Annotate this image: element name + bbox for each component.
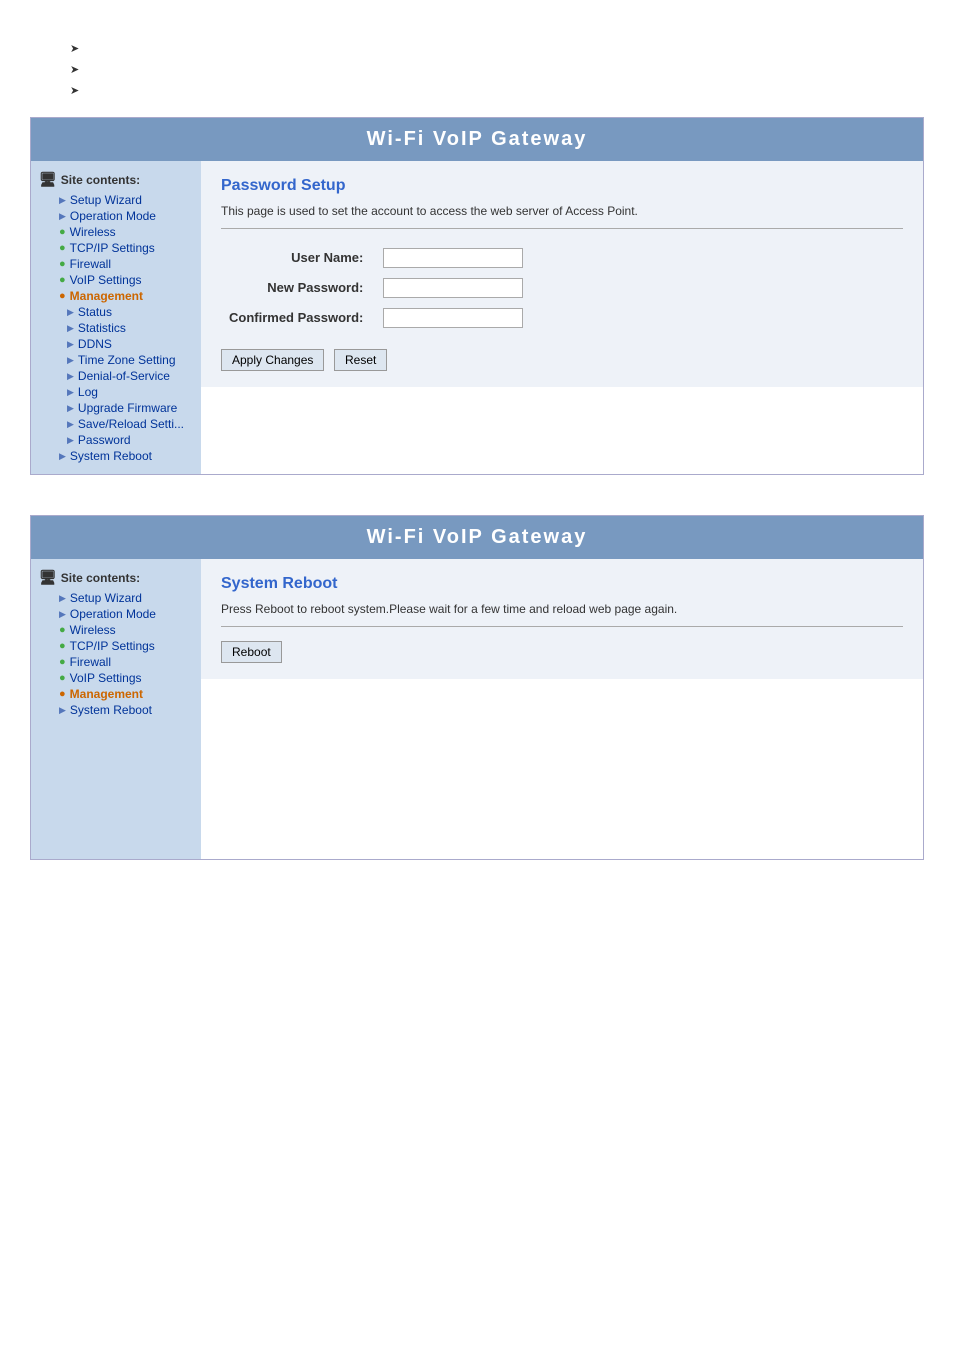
blue-arrow-icon-11: ▶ — [67, 435, 74, 446]
sidebar-1: 🖥 Site contents: ▶ Setup Wizard ▶ Operat… — [31, 161, 201, 474]
gateway-header-2: Wi-Fi VoIP Gateway — [31, 516, 923, 559]
green-circle-icon-4: ● — [59, 274, 66, 286]
orange-circle-icon-s2: ● — [59, 688, 66, 700]
blue-arrow-icon-s2-2: ▶ — [59, 609, 66, 620]
sidebar-icon-2: 🖥 — [39, 569, 57, 586]
blue-arrow-icon-s2-3: ▶ — [59, 705, 66, 716]
content-title-2: System Reboot — [221, 575, 903, 593]
content-area-1: Password Setup This page is used to set … — [201, 161, 923, 387]
sidebar-item-2-setup-wizard[interactable]: ▶ Setup Wizard — [39, 590, 193, 606]
blue-arrow-icon-6: ▶ — [67, 355, 74, 366]
blue-arrow-icon-2: ▶ — [59, 211, 66, 222]
content-area-2: System Reboot Press Reboot to reboot sys… — [201, 559, 923, 679]
sidebar-item-statistics[interactable]: ▶ Statistics — [39, 320, 193, 336]
form-buttons-2: Reboot — [221, 641, 903, 663]
sidebar-item-tcp-ip[interactable]: ● TCP/IP Settings — [39, 240, 193, 256]
blue-arrow-icon-10: ▶ — [67, 419, 74, 430]
sidebar-icon-1: 🖥 — [39, 171, 57, 188]
gateway-panel-1: Wi-Fi VoIP Gateway 🖥 Site contents: ▶ Se… — [30, 117, 924, 475]
sidebar-item-2-operation-mode[interactable]: ▶ Operation Mode — [39, 606, 193, 622]
new-password-input[interactable] — [383, 278, 523, 298]
sidebar-item-save-reload[interactable]: ▶ Save/Reload Setti... — [39, 416, 193, 432]
green-circle-icon-2: ● — [59, 242, 66, 254]
sidebar-item-ddns[interactable]: ▶ DDNS — [39, 336, 193, 352]
green-circle-icon: ● — [59, 226, 66, 238]
sidebar-2: 🖥 Site contents: ▶ Setup Wizard ▶ Operat… — [31, 559, 201, 859]
sidebar-item-2-management[interactable]: ● Management — [39, 686, 193, 702]
sidebar-item-2-wireless[interactable]: ● Wireless — [39, 622, 193, 638]
sidebar-item-status[interactable]: ▶ Status — [39, 304, 193, 320]
content-title-1: Password Setup — [221, 177, 903, 195]
sidebar-item-management[interactable]: ● Management — [39, 288, 193, 304]
blue-arrow-icon-9: ▶ — [67, 403, 74, 414]
content-divider-2 — [221, 626, 903, 627]
blue-arrow-icon: ▶ — [59, 195, 66, 206]
blue-arrow-icon-4: ▶ — [67, 323, 74, 334]
sidebar-item-firewall[interactable]: ● Firewall — [39, 256, 193, 272]
confirm-password-row: Confirmed Password: — [221, 303, 531, 333]
new-password-row: New Password: — [221, 273, 531, 303]
sidebar-item-voip-settings[interactable]: ● VoIP Settings — [39, 272, 193, 288]
sidebar-item-2-system-reboot[interactable]: ▶ System Reboot — [39, 702, 193, 718]
orange-circle-icon: ● — [59, 290, 66, 302]
content-divider-1 — [221, 228, 903, 229]
sidebar-item-wireless[interactable]: ● Wireless — [39, 224, 193, 240]
gateway-header-1: Wi-Fi VoIP Gateway — [31, 118, 923, 161]
bullet-item-2 — [70, 61, 924, 76]
green-circle-icon-s2-3: ● — [59, 656, 66, 668]
blue-arrow-icon-7: ▶ — [67, 371, 74, 382]
sidebar-item-dos[interactable]: ▶ Denial-of-Service — [39, 368, 193, 384]
sidebar-title-2: 🖥 Site contents: — [39, 569, 193, 586]
blue-arrow-icon-s2-1: ▶ — [59, 593, 66, 604]
form-buttons-1: Apply Changes Reset — [221, 349, 903, 371]
green-circle-icon-s2-1: ● — [59, 624, 66, 636]
sidebar-title-1: 🖥 Site contents: — [39, 171, 193, 188]
confirm-password-input[interactable] — [383, 308, 523, 328]
sidebar-item-timezone[interactable]: ▶ Time Zone Setting — [39, 352, 193, 368]
sidebar-item-2-tcp-ip[interactable]: ● TCP/IP Settings — [39, 638, 193, 654]
username-input[interactable] — [383, 248, 523, 268]
password-form: User Name: New Password: Confirmed Passw… — [221, 243, 531, 333]
content-desc-2: Press Reboot to reboot system.Please wai… — [221, 601, 903, 618]
green-circle-icon-s2-2: ● — [59, 640, 66, 652]
green-circle-icon-s2-4: ● — [59, 672, 66, 684]
reboot-button[interactable]: Reboot — [221, 641, 282, 663]
sidebar-item-setup-wizard[interactable]: ▶ Setup Wizard — [39, 192, 193, 208]
bullet-item-3 — [70, 82, 924, 97]
bullet-item-1 — [70, 40, 924, 55]
blue-arrow-icon-5: ▶ — [67, 339, 74, 350]
sidebar-item-password[interactable]: ▶ Password — [39, 432, 193, 448]
gateway-panel-2: Wi-Fi VoIP Gateway 🖥 Site contents: ▶ Se… — [30, 515, 924, 860]
blue-arrow-icon-8: ▶ — [67, 387, 74, 398]
sidebar-item-log[interactable]: ▶ Log — [39, 384, 193, 400]
reset-button[interactable]: Reset — [334, 349, 387, 371]
sidebar-item-upgrade-firmware[interactable]: ▶ Upgrade Firmware — [39, 400, 193, 416]
blue-arrow-icon-3: ▶ — [67, 307, 74, 318]
content-desc-1: This page is used to set the account to … — [221, 203, 903, 220]
sidebar-item-2-voip-settings[interactable]: ● VoIP Settings — [39, 670, 193, 686]
username-row: User Name: — [221, 243, 531, 273]
sidebar-item-2-firewall[interactable]: ● Firewall — [39, 654, 193, 670]
apply-changes-button[interactable]: Apply Changes — [221, 349, 324, 371]
top-bullet-list — [70, 40, 924, 97]
blue-arrow-icon-12: ▶ — [59, 451, 66, 462]
green-circle-icon-3: ● — [59, 258, 66, 270]
new-password-label: New Password: — [221, 273, 375, 303]
confirm-password-label: Confirmed Password: — [221, 303, 375, 333]
username-label: User Name: — [221, 243, 375, 273]
sidebar-item-system-reboot-1[interactable]: ▶ System Reboot — [39, 448, 193, 464]
sidebar-item-operation-mode[interactable]: ▶ Operation Mode — [39, 208, 193, 224]
